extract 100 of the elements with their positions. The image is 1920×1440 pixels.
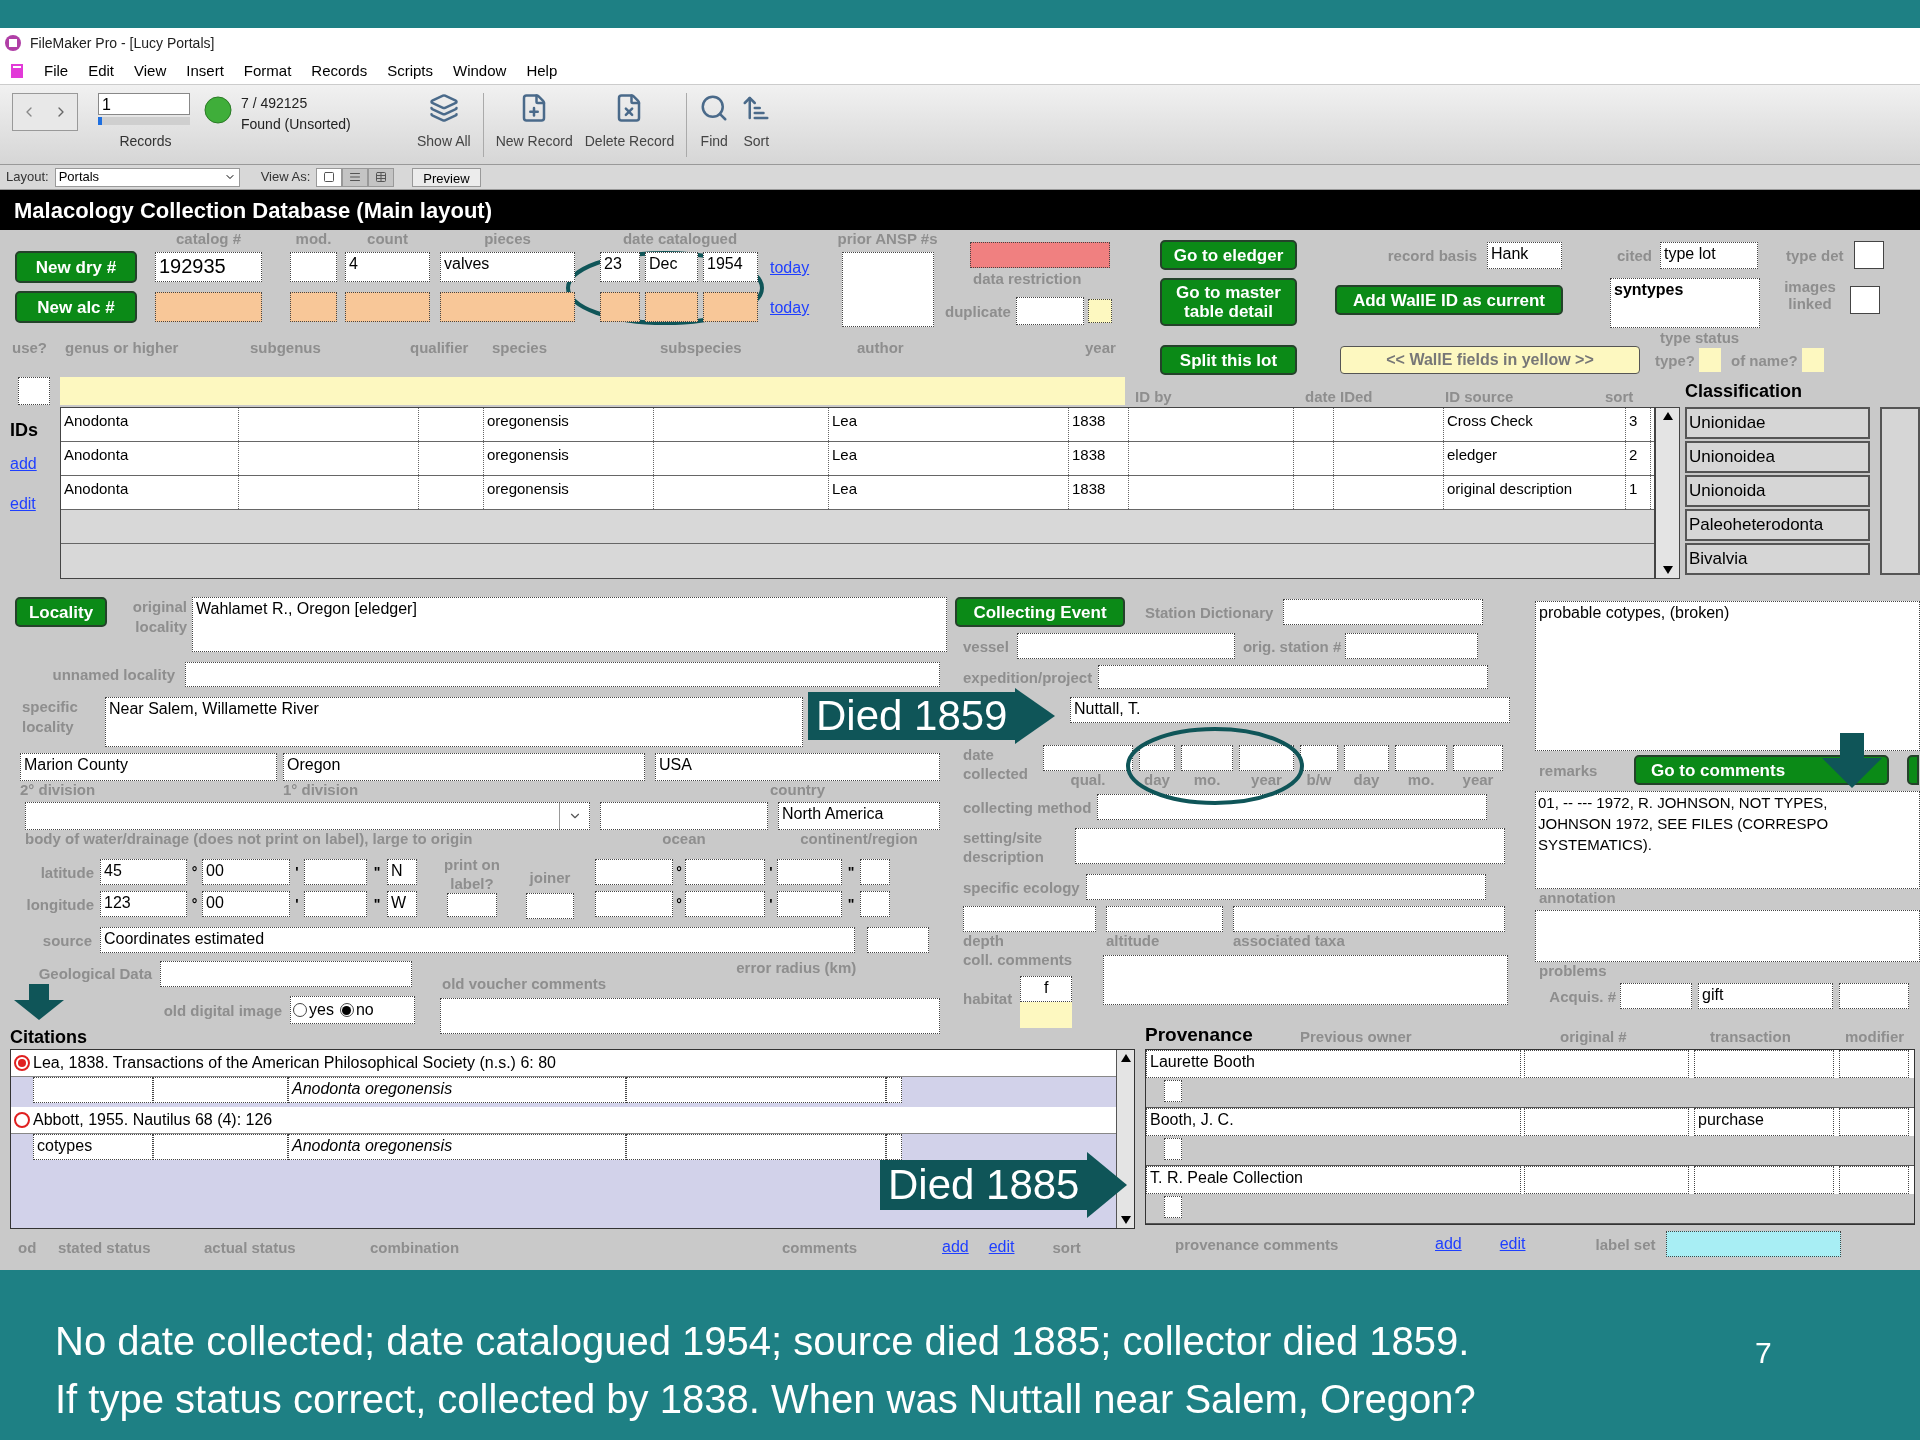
text-field[interactable] bbox=[886, 1134, 902, 1160]
checkbox[interactable] bbox=[1853, 241, 1884, 269]
text-field[interactable]: Wahlamet R., Oregon [eledger] bbox=[192, 597, 947, 652]
edit-link[interactable]: edit bbox=[1499, 1232, 1526, 1256]
text-field[interactable] bbox=[1839, 983, 1909, 1009]
menu-item[interactable]: File bbox=[44, 59, 69, 83]
text-field[interactable] bbox=[304, 859, 367, 885]
text-field[interactable] bbox=[1839, 1050, 1909, 1078]
menu-item[interactable]: Window bbox=[453, 59, 507, 83]
slider-thumb[interactable] bbox=[98, 117, 102, 125]
split-lot-button[interactable]: Split this lot bbox=[1160, 345, 1297, 375]
text-field[interactable] bbox=[526, 893, 574, 919]
text-field[interactable]: valves bbox=[440, 252, 575, 282]
text-field[interactable] bbox=[1233, 906, 1505, 932]
dropdown-field[interactable] bbox=[25, 802, 590, 830]
checkbox[interactable] bbox=[447, 893, 497, 917]
text-field[interactable] bbox=[1164, 1138, 1182, 1160]
menu-item[interactable]: Scripts bbox=[387, 59, 433, 83]
add-link[interactable]: add bbox=[1435, 1232, 1462, 1256]
text-field[interactable] bbox=[685, 859, 765, 885]
text-field[interactable]: Oregon bbox=[283, 753, 645, 781]
text-field[interactable]: N bbox=[387, 859, 417, 885]
text-field[interactable]: Marion County bbox=[20, 753, 277, 781]
text-field[interactable]: 45 bbox=[100, 859, 187, 885]
text-field[interactable] bbox=[1345, 633, 1479, 659]
text-field[interactable] bbox=[777, 859, 842, 885]
text-field[interactable] bbox=[1694, 1166, 1834, 1194]
text-field[interactable] bbox=[153, 1134, 288, 1160]
toolbar-button[interactable]: Show All bbox=[411, 93, 477, 152]
edit-link[interactable]: edit bbox=[988, 1235, 1015, 1259]
locality-button[interactable]: Locality bbox=[15, 597, 107, 627]
text-field[interactable]: Booth, J. C. bbox=[1146, 1108, 1521, 1136]
text-field[interactable] bbox=[1453, 745, 1503, 771]
text-field[interactable] bbox=[1239, 745, 1294, 771]
scroll-up-icon[interactable] bbox=[1662, 412, 1673, 420]
text-field[interactable] bbox=[185, 662, 940, 687]
classification-item[interactable]: Paleoheterodonta bbox=[1685, 509, 1870, 541]
menu-item[interactable]: Records bbox=[311, 59, 368, 83]
text-field[interactable]: 192935 bbox=[155, 252, 262, 282]
record-slider[interactable] bbox=[98, 117, 190, 125]
text-field[interactable]: syntypes bbox=[1610, 278, 1760, 328]
text-field[interactable]: North America bbox=[778, 802, 940, 830]
text-field[interactable] bbox=[345, 292, 430, 322]
classification-item[interactable]: Unionidae bbox=[1685, 407, 1870, 439]
scroll-up-icon[interactable] bbox=[1120, 1054, 1131, 1062]
text-field[interactable] bbox=[1300, 745, 1338, 771]
text-field[interactable]: W bbox=[387, 891, 417, 917]
new-alc-button[interactable]: New alc # bbox=[15, 291, 137, 323]
radio-option[interactable]: yes bbox=[293, 998, 334, 1022]
radio-button[interactable] bbox=[14, 1112, 30, 1128]
text-field[interactable]: 00 bbox=[202, 891, 290, 917]
toolbar-button[interactable]: Find bbox=[693, 93, 736, 152]
text-field[interactable] bbox=[841, 252, 934, 327]
text-field[interactable] bbox=[153, 1077, 288, 1103]
text-field[interactable] bbox=[290, 252, 337, 282]
text-field[interactable] bbox=[1075, 828, 1505, 864]
radio-button[interactable] bbox=[14, 1055, 30, 1071]
edit-link[interactable]: edit bbox=[10, 492, 60, 516]
text-field[interactable] bbox=[1164, 1080, 1182, 1102]
text-field[interactable]: 123 bbox=[100, 891, 187, 917]
text-field[interactable] bbox=[1085, 874, 1486, 900]
text-field[interactable]: type lot bbox=[1660, 241, 1758, 269]
text-field[interactable] bbox=[1694, 1050, 1834, 1078]
text-field[interactable] bbox=[703, 292, 758, 322]
text-field[interactable] bbox=[33, 1077, 153, 1103]
classification-item[interactable]: Unionoida bbox=[1685, 475, 1870, 507]
add-walle-button[interactable]: Add WallE ID as current bbox=[1335, 285, 1563, 315]
text-field[interactable]: USA bbox=[655, 753, 940, 781]
text-field[interactable] bbox=[1839, 1166, 1909, 1194]
collecting-event-button[interactable]: Collecting Event bbox=[955, 597, 1125, 627]
walle-field[interactable] bbox=[1801, 348, 1824, 372]
text-field[interactable] bbox=[595, 859, 673, 885]
text-field[interactable] bbox=[1103, 955, 1508, 1005]
text-field[interactable] bbox=[1139, 745, 1175, 771]
menu-item[interactable]: Format bbox=[243, 59, 292, 83]
text-field[interactable]: Nuttall, T. bbox=[1070, 697, 1510, 723]
view-mode-button[interactable] bbox=[368, 167, 395, 187]
classification-item[interactable]: Unionoidea bbox=[1685, 441, 1870, 473]
text-field[interactable] bbox=[1043, 745, 1133, 771]
text-field[interactable] bbox=[1395, 745, 1447, 771]
text-field[interactable]: f bbox=[1020, 976, 1073, 1002]
text-field[interactable] bbox=[626, 1077, 886, 1103]
menu-item[interactable]: Edit bbox=[88, 59, 115, 83]
scroll-down-icon[interactable] bbox=[1662, 566, 1673, 574]
text-field[interactable] bbox=[440, 998, 940, 1034]
text-field[interactable]: 1954 bbox=[703, 252, 758, 282]
checkbox[interactable] bbox=[18, 377, 50, 405]
text-field[interactable]: cotypes bbox=[33, 1134, 153, 1160]
text-field[interactable] bbox=[626, 1134, 886, 1160]
menu-item[interactable]: Insert bbox=[186, 59, 224, 83]
go-to-eledger-button[interactable]: Go to eledger bbox=[1160, 240, 1297, 270]
toolbar-button[interactable]: Sort bbox=[735, 93, 778, 152]
text-field[interactable] bbox=[1181, 745, 1233, 771]
button-edge[interactable] bbox=[1907, 755, 1919, 785]
text-field[interactable]: Hank bbox=[1487, 241, 1562, 269]
scroll-down-icon[interactable] bbox=[1120, 1216, 1131, 1224]
text-field[interactable] bbox=[1620, 983, 1692, 1009]
habitat-field[interactable] bbox=[1020, 1002, 1073, 1028]
text-field[interactable] bbox=[1524, 1050, 1689, 1078]
text-field[interactable] bbox=[886, 1077, 902, 1103]
